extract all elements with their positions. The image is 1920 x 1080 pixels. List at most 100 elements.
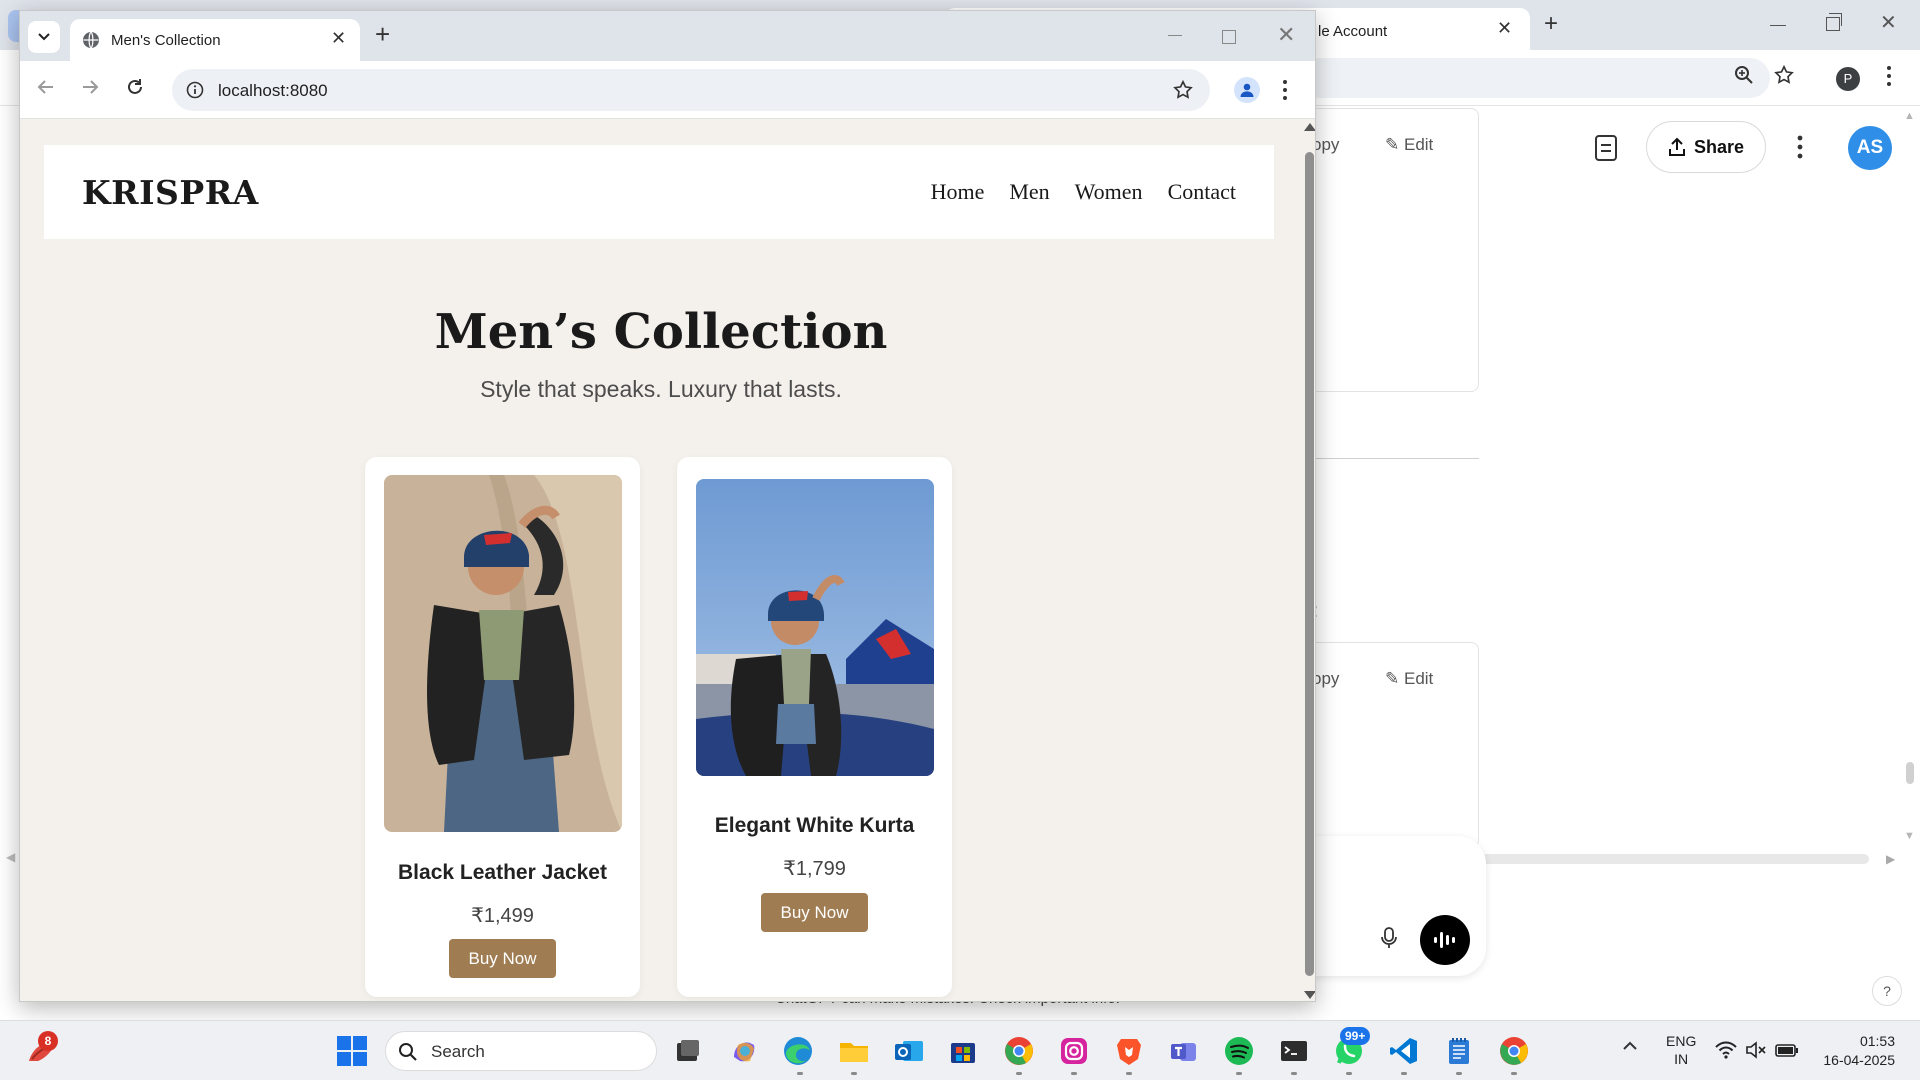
background-profile-avatar[interactable]: P <box>1836 67 1860 91</box>
buy-now-button[interactable]: Buy Now <box>449 939 556 978</box>
scroll-up-icon[interactable] <box>1304 123 1315 131</box>
taskbar-search[interactable]: Search <box>385 1031 657 1071</box>
scrollbar-thumb[interactable] <box>1906 762 1914 784</box>
site-logo[interactable]: KRISPRA <box>82 173 259 212</box>
bookmark-star-icon[interactable] <box>1172 79 1194 101</box>
horizontal-scrollbar[interactable] <box>1481 854 1869 864</box>
running-indicator <box>1236 1072 1242 1075</box>
share-button[interactable]: Share <box>1646 121 1766 173</box>
message-composer[interactable] <box>1300 836 1486 976</box>
tab-search-button[interactable] <box>28 21 60 53</box>
vscode-icon[interactable] <box>1388 1035 1420 1067</box>
spotify-icon[interactable] <box>1223 1035 1255 1067</box>
maximize-icon[interactable] <box>1222 30 1236 44</box>
help-button[interactable]: ? <box>1872 976 1902 1006</box>
scrollbar-thumb[interactable] <box>1305 152 1314 976</box>
microphone-icon <box>1381 927 1397 948</box>
nav-link-women[interactable]: Women <box>1075 179 1143 205</box>
notepad-icon[interactable] <box>1443 1035 1475 1067</box>
background-tab-close-icon[interactable]: ✕ <box>1497 18 1512 39</box>
background-tab-title: le Account <box>1318 23 1388 40</box>
system-clock[interactable]: 01:53 16-04-2025 <box>1815 1032 1895 1070</box>
outlook-icon[interactable] <box>893 1035 925 1067</box>
active-tab[interactable]: Men's Collection ✕ <box>70 19 360 61</box>
copy-button[interactable]: opy <box>1312 669 1339 689</box>
instagram-icon[interactable] <box>1058 1035 1090 1067</box>
site-info-icon[interactable] <box>186 81 204 99</box>
volume-muted-icon[interactable] <box>1745 1041 1767 1059</box>
scroll-down-icon[interactable]: ▼ <box>1904 830 1915 842</box>
background-address-bar[interactable] <box>1300 58 1770 98</box>
battery-icon[interactable] <box>1775 1042 1799 1058</box>
nav-link-contact[interactable]: Contact <box>1168 179 1236 205</box>
zoom-icon[interactable] <box>1733 64 1755 86</box>
chrome-icon[interactable] <box>1498 1035 1530 1067</box>
nav-link-men[interactable]: Men <box>1009 179 1049 205</box>
profile-icon[interactable] <box>1234 77 1260 103</box>
windows-start-icon[interactable] <box>336 1035 368 1067</box>
background-minimize-icon[interactable] <box>1770 12 1786 26</box>
product-price: ₹1,799 <box>783 858 846 880</box>
background-new-tab-icon[interactable]: + <box>1544 10 1558 38</box>
page-viewport: KRISPRA Home Men Women Contact Men’s Col… <box>20 119 1302 1001</box>
nav-link-home[interactable]: Home <box>931 179 985 205</box>
document-icon[interactable] <box>1594 134 1618 162</box>
edit-button[interactable]: ✎ Edit <box>1385 669 1433 689</box>
jacket-photo <box>384 475 622 832</box>
running-indicator <box>1126 1072 1132 1075</box>
scroll-left-icon[interactable]: ◀ <box>6 850 15 864</box>
background-close-icon[interactable]: ✕ <box>1880 10 1897 35</box>
divider <box>1300 458 1479 459</box>
browser-toolbar: localhost:8080 <box>20 61 1315 119</box>
brave-browser-icon[interactable] <box>1113 1035 1145 1067</box>
language-indicator[interactable]: ENG IN <box>1666 1032 1696 1068</box>
product-image[interactable] <box>696 479 934 776</box>
page-title: Men’s Collection <box>434 304 888 360</box>
vertical-scrollbar[interactable] <box>1302 119 1315 1001</box>
scroll-down-icon[interactable] <box>1304 991 1315 999</box>
nav-links: Home Men Women Contact <box>931 179 1236 205</box>
terminal-icon[interactable] <box>1278 1035 1310 1067</box>
running-indicator <box>851 1072 857 1075</box>
new-tab-icon[interactable]: + <box>375 19 390 49</box>
reload-icon[interactable] <box>125 77 145 97</box>
address-bar[interactable]: localhost:8080 <box>172 69 1210 111</box>
user-avatar[interactable]: AS <box>1848 126 1892 170</box>
bookmark-star-icon[interactable] <box>1773 64 1795 86</box>
edge-browser-icon[interactable] <box>782 1035 814 1067</box>
share-icon <box>1668 137 1685 156</box>
copilot-icon[interactable] <box>728 1035 760 1067</box>
tab-close-icon[interactable]: ✕ <box>331 28 346 49</box>
back-arrow-icon[interactable] <box>36 77 56 97</box>
background-restore-icon[interactable] <box>1826 13 1842 31</box>
running-indicator <box>1016 1072 1022 1075</box>
close-window-icon[interactable]: ✕ <box>1277 22 1295 48</box>
page-subtitle: Style that speaks. Luxury that lasts. <box>480 376 842 402</box>
forward-arrow-icon[interactable] <box>80 77 100 97</box>
teams-icon[interactable] <box>1168 1035 1200 1067</box>
url-text[interactable]: localhost:8080 <box>218 81 328 101</box>
more-options-icon[interactable] <box>1797 134 1803 160</box>
voice-mode-button[interactable] <box>1420 915 1470 965</box>
wifi-icon[interactable] <box>1715 1041 1737 1059</box>
scroll-right-icon[interactable]: ▶ <box>1886 852 1895 866</box>
copy-button[interactable]: opy <box>1312 135 1339 155</box>
chrome-icon[interactable] <box>1003 1035 1035 1067</box>
chevron-up-icon[interactable] <box>1622 1041 1638 1051</box>
minimize-icon[interactable] <box>1168 35 1182 36</box>
code-block: opy ✎ Edit <box>1300 108 1479 392</box>
task-view-icon[interactable] <box>672 1035 704 1067</box>
product-image[interactable] <box>384 475 622 832</box>
share-label: Share <box>1693 136 1745 157</box>
edit-button[interactable]: ✎ Edit <box>1385 135 1433 155</box>
running-indicator <box>797 1072 803 1075</box>
kebab-menu-icon[interactable] <box>1282 78 1288 102</box>
buy-now-button[interactable]: Buy Now <box>761 893 868 932</box>
file-explorer-icon[interactable] <box>838 1035 870 1067</box>
product-price: ₹1,499 <box>471 905 534 927</box>
microsoft-store-icon[interactable] <box>947 1035 979 1067</box>
kurta-photo <box>696 479 934 776</box>
dictate-button[interactable] <box>1366 915 1412 961</box>
kebab-menu-icon[interactable] <box>1886 64 1892 88</box>
scroll-up-icon[interactable]: ▲ <box>1904 110 1915 122</box>
